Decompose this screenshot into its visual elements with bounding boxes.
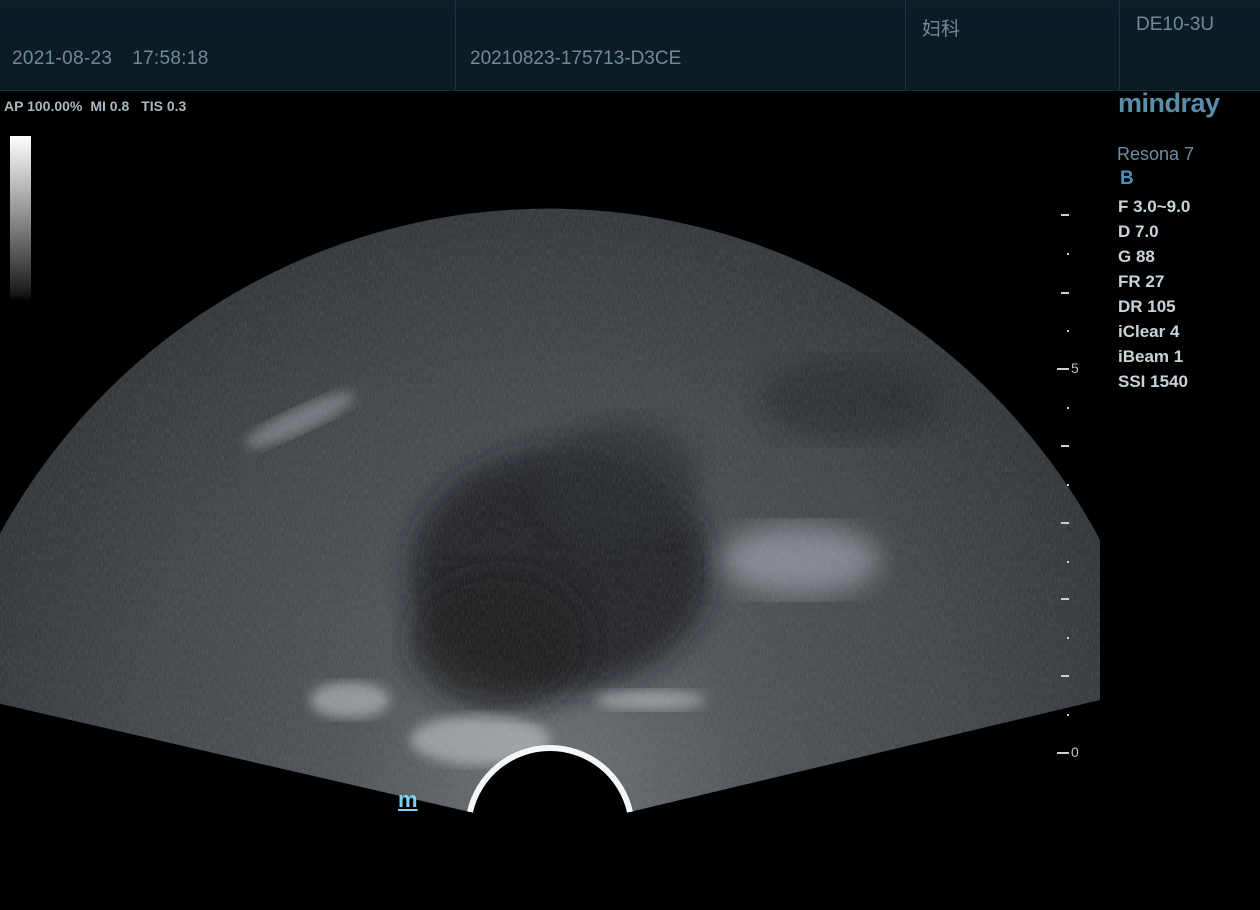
param-dynamic-range[interactable]: DR 105 (1118, 297, 1190, 322)
param-iclear[interactable]: iClear 4 (1118, 322, 1190, 347)
ultrasound-image[interactable] (0, 0, 1260, 910)
param-frame-rate[interactable]: FR 27 (1118, 272, 1190, 297)
system-model: Resona 7 (1117, 144, 1195, 164)
brand-logo: mindray (1118, 88, 1220, 118)
param-depth[interactable]: D 7.0 (1118, 222, 1190, 247)
param-gain[interactable]: G 88 (1118, 247, 1190, 272)
depth-label-0: 0 (1071, 744, 1079, 760)
param-ssi[interactable]: SSI 1540 (1118, 372, 1190, 397)
orientation-marker-icon: m (398, 787, 418, 812)
depth-label-5: 5 (1071, 360, 1079, 376)
imaging-mode[interactable]: B (1120, 168, 1134, 190)
param-frequency[interactable]: F 3.0~9.0 (1118, 197, 1190, 222)
imaging-parameters: F 3.0~9.0 D 7.0 G 88 FR 27 DR 105 iClear… (1118, 197, 1190, 397)
param-ibeam[interactable]: iBeam 1 (1118, 347, 1190, 372)
